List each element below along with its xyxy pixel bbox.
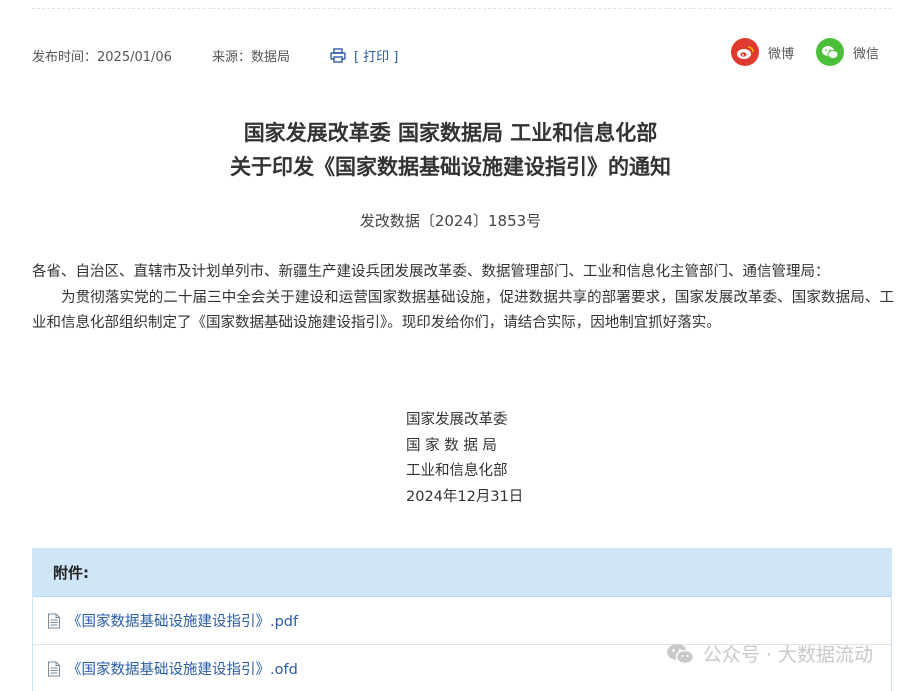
print-button[interactable]: [ 打印 ] (330, 46, 398, 65)
publish-time: 发布时间：2025/01/06 (32, 49, 172, 65)
body-paragraph: 为贯彻落实党的二十届三中全会关于建设和运营国家数据基础设施，促进数据共享的部署要… (32, 289, 894, 332)
watermark: 公众号 · 大数据流动 (665, 640, 873, 667)
signature-date: 2024年12月31日 (406, 488, 524, 505)
wechat-icon (815, 38, 844, 66)
attachments-heading: 附件: (33, 549, 891, 597)
weibo-label: 微博 (767, 46, 794, 62)
document-body: 各省、自治区、直辖市及计划单列市、新疆生产建设兵团发展改革委、数据管理部门、工业… (32, 260, 894, 337)
article-meta: 发布时间：2025/01/06 来源：数据局 [ 打印 ] (32, 44, 398, 66)
printer-icon (330, 47, 346, 63)
source: 来源：数据局 (211, 49, 290, 65)
attachment-name: 《国家数据基础设施建设指引》.ofd (67, 662, 298, 678)
signature-ndrc: 国家发展改革委 (406, 412, 508, 428)
title-line-2: 关于印发《国家数据基础设施建设指引》的通知 (230, 155, 671, 179)
signature-nda: 国 家 数 据 局 (406, 437, 497, 454)
wechat-label: 微信 (852, 46, 879, 62)
watermark-text: 公众号 · 大数据流动 (702, 644, 873, 666)
title-line-1: 国家发展改革委 国家数据局 工业和信息化部 (243, 121, 658, 145)
document-icon (48, 661, 60, 676)
attachments-panel: 附件: 《国家数据基础设施建设指引》.pdf 《国家数据基础设施建设指引》.of… (32, 548, 892, 691)
document-title: 国家发展改革委 国家数据局 工业和信息化部 关于印发《国家数据基础设施建设指引》… (0, 116, 901, 184)
salutation: 各省、自治区、直辖市及计划单列市、新疆生产建设兵团发展改革委、数据管理部门、工业… (32, 264, 830, 280)
share-bar: 微博 微信 (709, 38, 879, 66)
share-weibo-button[interactable]: 微博 (730, 38, 794, 66)
top-divider (32, 8, 892, 9)
document-number: 发改数据〔2024〕1853号 (359, 212, 542, 230)
document-icon (48, 613, 60, 628)
attachment-link-pdf[interactable]: 《国家数据基础设施建设指引》.pdf (33, 597, 891, 645)
weibo-icon (730, 38, 759, 66)
signature-miit: 工业和信息化部 (406, 463, 508, 479)
share-wechat-button[interactable]: 微信 (815, 38, 879, 66)
print-label: [ 打印 ] (353, 49, 399, 65)
wechat-watermark-icon (666, 643, 695, 664)
signature-block: 国家发展改革委 国 家 数 据 局 工业和信息化部 2024年12月31日 (406, 408, 523, 510)
attachment-name: 《国家数据基础设施建设指引》.pdf (67, 614, 299, 630)
